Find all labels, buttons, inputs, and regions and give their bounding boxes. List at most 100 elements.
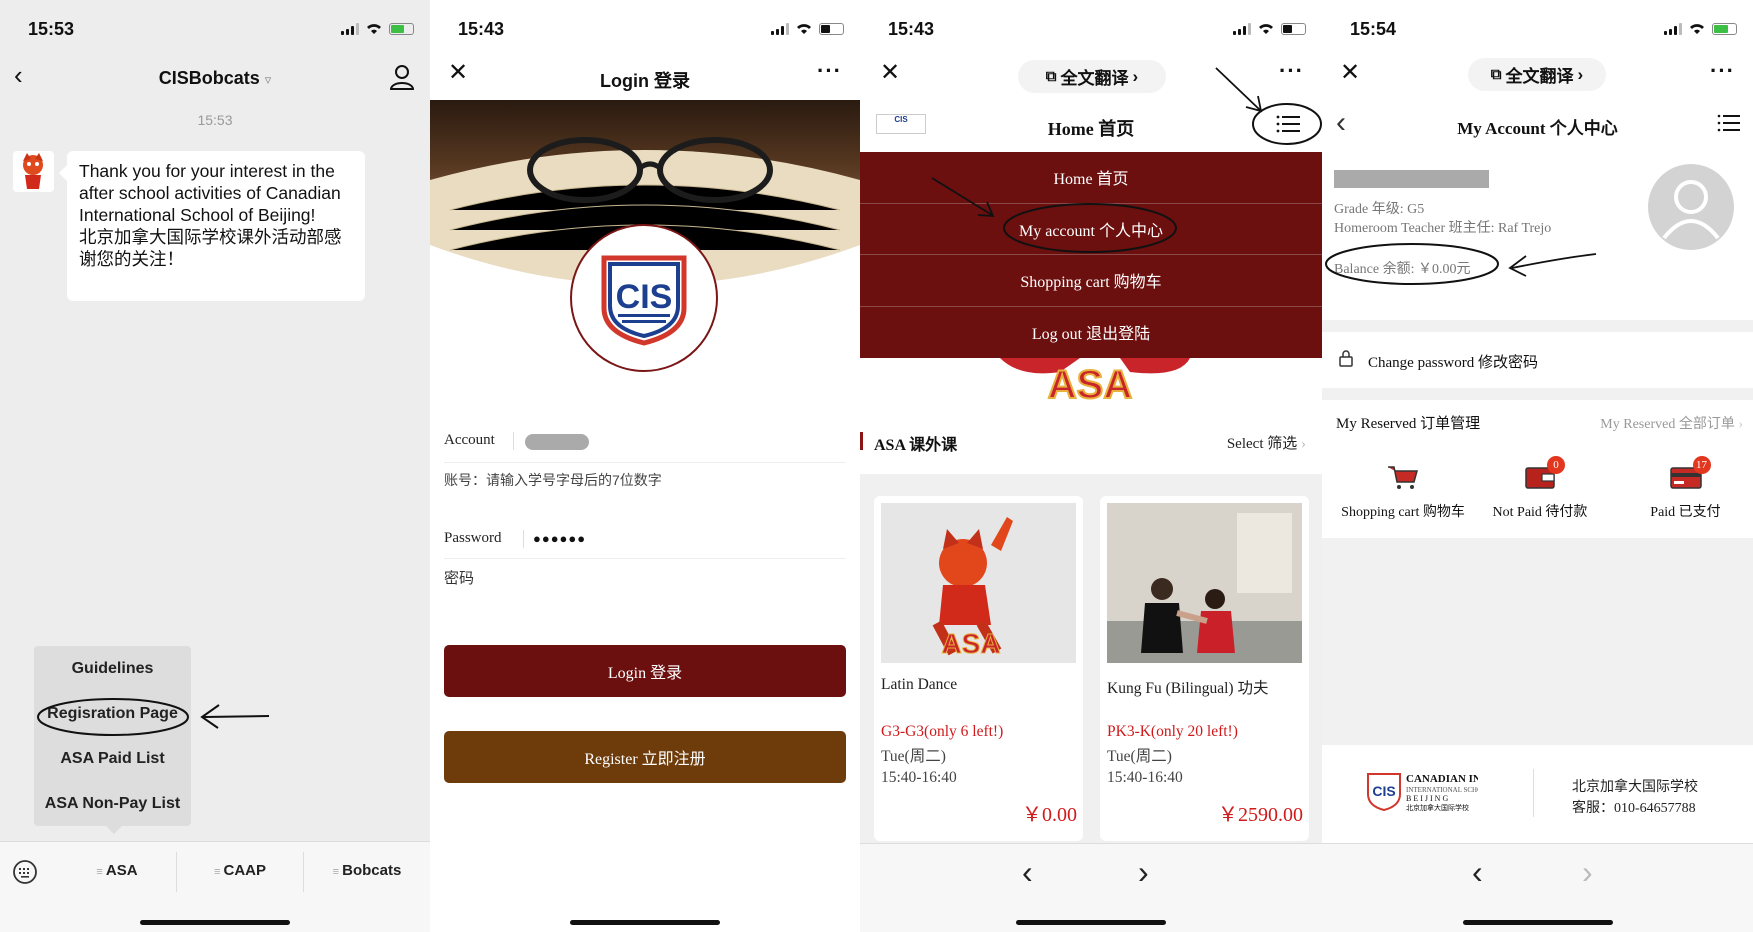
footer-service: 客服：010-64657788 — [1572, 801, 1696, 816]
home-indicator — [140, 920, 290, 925]
menu-item-asa-paid-list[interactable]: ASA Paid List — [34, 736, 191, 781]
battery-icon — [819, 22, 844, 35]
account-value-redacted[interactable] — [525, 434, 589, 450]
annotation-circle-arrow — [1325, 243, 1597, 285]
grade-text: Grade 年级: G5 — [1334, 202, 1425, 217]
bottom-menu-bar: ≡ ASA ≡ CAAP ≡ Bobcats — [0, 841, 430, 932]
chat-title: CISBobcats ▿ — [0, 68, 430, 89]
divider — [444, 462, 846, 463]
divider — [513, 432, 514, 450]
message-bubble: Thank you for your interest in the after… — [59, 151, 365, 301]
translate-label: 全文翻译 — [1505, 67, 1574, 86]
wifi-icon — [797, 24, 811, 34]
account-input[interactable]: 账号：请输入学号字母后的7位数字 — [444, 470, 662, 490]
section-marker — [860, 432, 863, 450]
profile-icon[interactable] — [390, 64, 414, 90]
tab-bobcats-label: Bobcats — [342, 862, 402, 879]
translate-icon: ⧉ — [1490, 66, 1502, 83]
close-icon[interactable]: ✕ — [1340, 58, 1360, 87]
reserved-label: My Reserved 订单管理 — [1336, 416, 1481, 432]
course-name: Kung Fu (Bilingual) 功夫 — [1107, 680, 1269, 697]
svg-text:ASA: ASA — [941, 628, 1000, 659]
avatar[interactable] — [1648, 164, 1734, 250]
annotation-circle-arrow — [37, 698, 270, 736]
account-header: ‹ My Account 个人中心 — [1322, 100, 1753, 148]
back-icon[interactable]: ‹ — [1472, 854, 1483, 891]
wechat-chat-panel: 15:53 ‹ CISBobcats ▿ 15:53 Thank you for… — [0, 0, 430, 932]
menu-item-log-out[interactable]: Log out 退出登陆 — [860, 307, 1322, 359]
svg-text:INTERNATIONAL SCHOOL OF: INTERNATIONAL SCHOOL OF — [1406, 786, 1478, 794]
password-input[interactable]: ●●●●●● — [533, 531, 586, 546]
login-panel: 15:43 ✕ Login 登录 ··· CIS Account 账号：请输入学… — [430, 0, 860, 932]
order-label: Shopping cart 购物车 — [1341, 505, 1465, 520]
forward-icon[interactable]: › — [1138, 854, 1149, 891]
footer-logo-text: CANADIAN INTERNATIONAL SCHOOL OF BEIJING… — [1406, 771, 1478, 785]
reserved-all-label: My Reserved 全部订单 — [1600, 417, 1735, 432]
order-shopping-cart[interactable]: Shopping cart 购物车 — [1328, 464, 1478, 521]
chat-title-text: CISBobcats — [158, 68, 260, 88]
browser-toolbar: ‹ › — [860, 843, 1322, 932]
page-title: Login 登录 — [600, 71, 690, 91]
divider — [523, 530, 524, 548]
forward-icon[interactable]: › — [1582, 854, 1593, 891]
hamburger-menu-icon[interactable] — [1717, 114, 1741, 132]
course-price: ￥0.00 — [1022, 804, 1077, 826]
status-icons — [1664, 22, 1737, 35]
chevron-right-icon: › — [1577, 64, 1584, 84]
login-button[interactable]: Login 登录 — [444, 645, 846, 697]
page-title: My Account 个人中心 — [1457, 119, 1618, 138]
lock-icon — [1339, 350, 1353, 367]
divider — [176, 852, 177, 892]
divider — [303, 852, 304, 892]
battery-icon — [389, 22, 414, 35]
keyboard-icon[interactable] — [12, 859, 38, 885]
footer-school: 北京加拿大国际学校 — [1572, 780, 1698, 795]
course-card[interactable]: ASA Latin Dance G3-G3(only 6 left!) Tue(… — [874, 496, 1083, 841]
translate-button[interactable]: ⧉ 全文翻译 › — [1468, 58, 1606, 91]
battery-icon — [1281, 22, 1306, 35]
course-name: Latin Dance — [881, 676, 958, 693]
course-schedule: Tue(周二) 15:40-16:40 — [1107, 746, 1183, 788]
status-bar: 15:43 — [430, 0, 860, 58]
wifi-icon — [367, 24, 381, 34]
browser-navbar: ✕ ⧉ 全文翻译 › ··· — [1322, 58, 1753, 100]
menu-item-guidelines[interactable]: Guidelines — [34, 646, 191, 691]
footer-logo-abbrev: CIS — [1372, 783, 1395, 799]
course-image — [1107, 503, 1302, 663]
signal-icon — [1233, 22, 1251, 35]
asa-banner: ASA — [860, 358, 1322, 410]
register-button[interactable]: Register 立即注册 — [444, 731, 846, 783]
signal-icon — [1664, 22, 1682, 35]
course-schedule: Tue(周二) 15:40-16:40 — [881, 746, 957, 788]
select-filter-label: Select 筛选 — [1226, 436, 1298, 452]
course-time: 15:40-16:40 — [1107, 769, 1183, 786]
annotation-arrows — [931, 67, 1322, 253]
cis-logo-text: CIS — [616, 278, 673, 316]
order-paid[interactable]: 17 Paid 已支付 — [1618, 456, 1753, 521]
mute-icon: ▿ — [264, 72, 272, 87]
tab-asa[interactable]: ≡ ASA — [58, 862, 176, 879]
course-card[interactable]: Kung Fu (Bilingual) 功夫 PK3-K(only 20 lef… — [1100, 496, 1309, 841]
shopping-cart-icon — [1388, 466, 1418, 489]
order-not-paid[interactable]: 0 Not Paid 待付款 — [1470, 456, 1610, 521]
chevron-right-icon: › — [1738, 417, 1743, 432]
divider — [1533, 769, 1534, 817]
menu-item-shopping-cart[interactable]: Shopping cart 购物车 — [860, 255, 1322, 307]
reserved-all-link[interactable]: My Reserved 全部订单 › — [1600, 413, 1743, 433]
signal-icon — [341, 22, 359, 35]
more-icon[interactable]: ··· — [817, 58, 842, 84]
more-icon[interactable]: ··· — [1710, 58, 1735, 84]
select-filter[interactable]: Select 筛选 › — [1227, 432, 1306, 453]
change-password-row[interactable]: Change password 修改密码 — [1322, 332, 1753, 388]
menu-item-asa-non-pay-list[interactable]: ASA Non-Pay List — [34, 781, 191, 826]
back-icon[interactable]: ‹ — [1022, 854, 1033, 891]
chat-timestamp: 15:53 — [197, 112, 233, 128]
user-icon — [1662, 180, 1720, 240]
asa-wordmark-icon: ASA — [1000, 358, 1190, 408]
tab-bobcats[interactable]: ≡ Bobcats — [308, 862, 426, 879]
order-label: Paid 已支付 — [1650, 505, 1721, 520]
change-password-label: Change password 修改密码 — [1368, 355, 1538, 371]
battery-icon — [1712, 22, 1737, 35]
avatar[interactable] — [13, 151, 54, 192]
tab-caap[interactable]: ≡ CAAP — [181, 862, 299, 879]
